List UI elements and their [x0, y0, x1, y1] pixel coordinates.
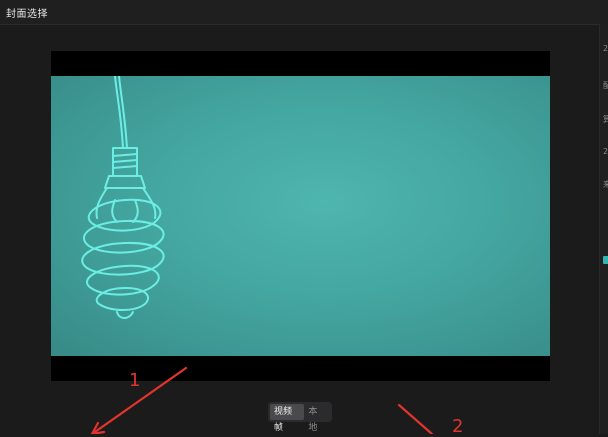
cover-source-toggle[interactable]: 视频帧 本地	[268, 402, 332, 433]
cover-preview[interactable]	[51, 51, 550, 381]
right-panel-text: 算	[603, 114, 608, 125]
video-frame-preview	[51, 76, 550, 356]
window-title: 封面选择	[6, 9, 48, 20]
annotation-label-1: 1	[129, 370, 141, 391]
right-panel-text: 2	[603, 44, 608, 53]
annotation-arrow-1-head	[90, 421, 106, 434]
right-panel-text: 来	[603, 179, 608, 190]
tab-video-frame[interactable]: 视频帧	[270, 404, 305, 433]
light-bulb-illustration	[81, 76, 165, 319]
tab-local[interactable]: 本地	[304, 404, 330, 433]
right-panel-text: 配	[603, 80, 608, 91]
right-panel-marker	[603, 256, 608, 264]
right-panel-edge: 2 配 算 2 来	[599, 24, 608, 434]
annotation-arrow-2	[397, 403, 434, 434]
right-panel-text: 2	[603, 147, 608, 156]
title-bar: 封面选择	[0, 0, 608, 25]
